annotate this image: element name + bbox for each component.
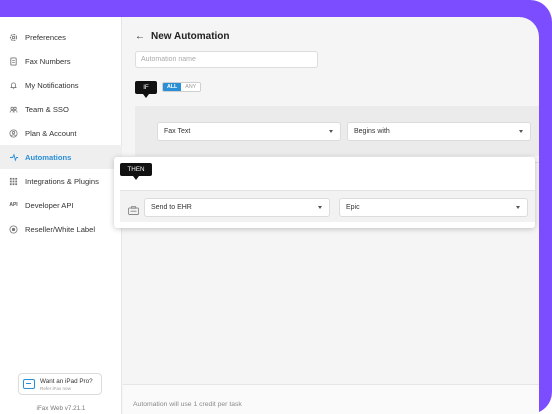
sidebar-item-preferences[interactable]: Preferences: [0, 25, 122, 49]
grid-icon: [8, 176, 19, 187]
chevron-down-icon: [318, 206, 322, 209]
globe-icon: [8, 224, 19, 235]
promo-title: Want an iPad Pro?: [40, 377, 93, 385]
sidebar-item-label: Team & SSO: [25, 104, 69, 114]
if-tag: IF: [135, 81, 157, 98]
condition-panel: Fax Text Begins with: [135, 106, 539, 156]
ipad-icon: [23, 379, 35, 389]
action-type-value: Send to EHR: [151, 204, 192, 211]
sidebar-item-label: My Notifications: [25, 80, 79, 90]
fax-icon: [8, 56, 19, 67]
arrow-left-icon[interactable]: ←: [135, 31, 145, 42]
footer-bar: Automation will use 1 credit per task: [123, 384, 539, 414]
sidebar-item-reseller-white-label[interactable]: Reseller/White Label: [0, 217, 122, 241]
action-row: Send to EHR Epic: [120, 190, 535, 222]
automation-name-input[interactable]: [135, 51, 318, 68]
sidebar-item-my-notifications[interactable]: My Notifications: [0, 73, 122, 97]
chevron-down-icon: [329, 130, 333, 133]
credit-note: Automation will use 1 credit per task: [133, 401, 242, 408]
condition-operator-select[interactable]: Begins with: [347, 122, 531, 141]
bell-icon: [8, 80, 19, 91]
gear-icon: [8, 32, 19, 43]
app-window: Preferences Fax Numbers My Notifications…: [0, 17, 539, 414]
ehr-icon: [128, 202, 139, 215]
sidebar-item-label: Developer API: [25, 200, 74, 210]
sidebar-item-integrations-plugins[interactable]: Integrations & Plugins: [0, 169, 122, 193]
sidebar-item-fax-numbers[interactable]: Fax Numbers: [0, 49, 122, 73]
then-tag: THEN: [120, 163, 152, 180]
chevron-down-icon: [519, 130, 523, 133]
sidebar-item-label: Plan & Account: [25, 128, 77, 138]
automation-icon: [8, 152, 19, 163]
action-target-value: Epic: [346, 204, 360, 211]
page-header: ← New Automation: [135, 31, 230, 42]
condition-operator-value: Begins with: [354, 128, 390, 135]
toggle-all-option[interactable]: ALL: [163, 83, 182, 91]
sidebar-item-label: Preferences: [25, 32, 66, 42]
promo-text: Want an iPad Pro? Refer iFax now: [40, 378, 93, 391]
sidebar-nav: Preferences Fax Numbers My Notifications…: [0, 25, 122, 241]
chevron-down-icon: [516, 206, 520, 209]
team-icon: [8, 104, 19, 115]
sidebar: Preferences Fax Numbers My Notifications…: [0, 17, 122, 414]
action-type-select[interactable]: Send to EHR: [144, 198, 330, 217]
condition-field-value: Fax Text: [164, 128, 191, 135]
action-target-select[interactable]: Epic: [339, 198, 528, 217]
sidebar-item-label: Fax Numbers: [25, 56, 71, 66]
sidebar-item-label: Reseller/White Label: [25, 224, 96, 234]
page-title: New Automation: [151, 31, 230, 42]
sidebar-item-label: Automations: [25, 152, 72, 162]
sidebar-item-developer-api[interactable]: API Developer API: [0, 193, 122, 217]
sidebar-item-automations[interactable]: Automations: [0, 145, 122, 169]
ipad-promo-card[interactable]: Want an iPad Pro? Refer iFax now: [18, 373, 102, 395]
api-icon: API: [9, 202, 18, 208]
action-panel: THEN Send to EHR Epic: [114, 157, 535, 228]
promo-subtitle: Refer iFax now: [40, 385, 71, 391]
match-toggle: ALL ANY: [162, 82, 202, 92]
account-icon: [8, 128, 19, 139]
sidebar-item-team-sso[interactable]: Team & SSO: [0, 97, 122, 121]
app-version: iFax Web v7.21.1: [36, 405, 86, 412]
condition-field-select[interactable]: Fax Text: [157, 122, 341, 141]
sidebar-item-label: Integrations & Plugins: [25, 176, 99, 186]
toggle-any-option[interactable]: ANY: [181, 83, 201, 91]
sidebar-item-plan-account[interactable]: Plan & Account: [0, 121, 122, 145]
